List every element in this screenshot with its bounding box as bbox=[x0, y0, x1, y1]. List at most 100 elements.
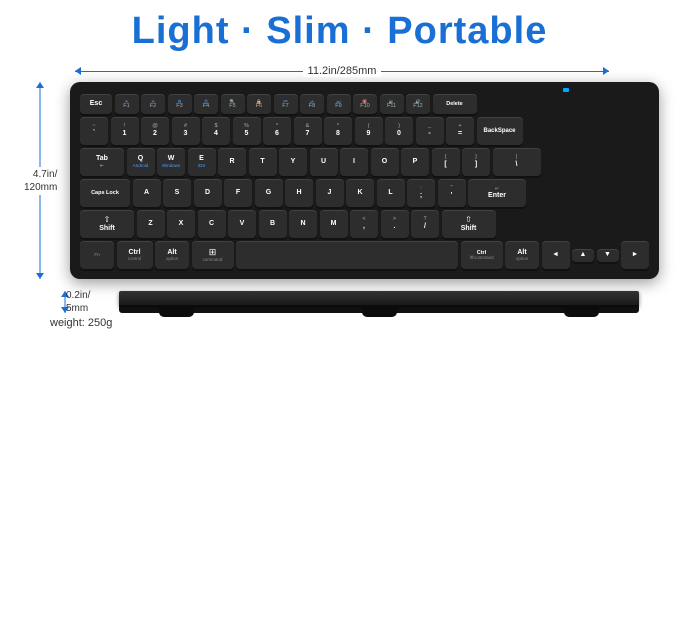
key-a[interactable]: A bbox=[133, 179, 161, 207]
key-space[interactable] bbox=[236, 241, 458, 269]
side-keyboard-view bbox=[119, 291, 639, 313]
main-container: 11.2in/285mm 4.7in/120mm Esc ☀F1 bbox=[0, 63, 679, 329]
caps-row: Caps Lock A S D F G H J K L :; "' ↵Enter bbox=[80, 179, 649, 207]
key-6[interactable]: ^6 bbox=[263, 117, 291, 145]
key-s[interactable]: S bbox=[163, 179, 191, 207]
height-dimension: 4.7in/120mm bbox=[20, 82, 70, 279]
key-f2[interactable]: ☀F2 bbox=[141, 94, 165, 114]
key-v[interactable]: V bbox=[228, 210, 256, 238]
key-q[interactable]: QAndroid bbox=[127, 148, 155, 176]
key-c[interactable]: C bbox=[198, 210, 226, 238]
key-up[interactable]: ▲ bbox=[572, 249, 594, 262]
key-w[interactable]: WWindows bbox=[157, 148, 185, 176]
key-rbracket[interactable]: }] bbox=[462, 148, 490, 176]
key-capslock[interactable]: Caps Lock bbox=[80, 179, 130, 207]
key-tab[interactable]: Tab ⇤ bbox=[80, 148, 124, 176]
foot-right bbox=[564, 307, 599, 317]
key-n[interactable]: N bbox=[289, 210, 317, 238]
bluetooth-indicator bbox=[563, 88, 569, 92]
key-f8[interactable]: ⏯F8 bbox=[300, 94, 324, 114]
key-f10[interactable]: 🔇F10 bbox=[353, 94, 377, 114]
key-r[interactable]: R bbox=[218, 148, 246, 176]
key-o[interactable]: O bbox=[371, 148, 399, 176]
key-f9[interactable]: ⏭F9 bbox=[327, 94, 351, 114]
key-shift-left[interactable]: ⇧Shift bbox=[80, 210, 134, 238]
key-comma[interactable]: <, bbox=[350, 210, 378, 238]
key-minus[interactable]: _- bbox=[416, 117, 444, 145]
key-f4[interactable]: ⎙F4 bbox=[194, 94, 218, 114]
key-equal[interactable]: += bbox=[446, 117, 474, 145]
key-5[interactable]: %5 bbox=[233, 117, 261, 145]
key-f7[interactable]: ⏮F7 bbox=[274, 94, 298, 114]
key-enter[interactable]: ↵Enter bbox=[468, 179, 526, 207]
key-m[interactable]: M bbox=[320, 210, 348, 238]
key-slash[interactable]: ?/ bbox=[411, 210, 439, 238]
key-d[interactable]: D bbox=[194, 179, 222, 207]
key-lbracket[interactable]: {[ bbox=[432, 148, 460, 176]
key-semicolon[interactable]: :; bbox=[407, 179, 435, 207]
key-down[interactable]: ▼ bbox=[597, 249, 619, 262]
key-y[interactable]: Y bbox=[279, 148, 307, 176]
up-arrowhead bbox=[36, 82, 44, 88]
key-f11[interactable]: 🔉F11 bbox=[380, 94, 404, 114]
fn-row: Esc ☀F1 ☀F2 ⚙F3 ⎙F4 🔍F5 🔒F6 ⏮F7 ⏯F8 ⏭F9 … bbox=[80, 94, 649, 114]
key-ctrl-right[interactable]: Ctrl⌘command bbox=[461, 241, 503, 269]
page-title: Light · Slim · Portable bbox=[132, 10, 548, 52]
key-l[interactable]: L bbox=[377, 179, 405, 207]
foot-center bbox=[362, 307, 397, 317]
key-i[interactable]: I bbox=[340, 148, 368, 176]
key-alt-left[interactable]: Altoption bbox=[155, 241, 189, 269]
key-x[interactable]: X bbox=[167, 210, 195, 238]
foot-left bbox=[159, 307, 194, 317]
key-8[interactable]: *8 bbox=[324, 117, 352, 145]
key-rows: Esc ☀F1 ☀F2 ⚙F3 ⎙F4 🔍F5 🔒F6 ⏮F7 ⏯F8 ⏭F9 … bbox=[80, 94, 649, 269]
key-f12[interactable]: 🔊F12 bbox=[406, 94, 430, 114]
tab-row: Tab ⇤ QAndroid WWindows EiOS R T Y U I O… bbox=[80, 148, 649, 176]
key-f3[interactable]: ⚙F3 bbox=[168, 94, 192, 114]
width-label: 11.2in/285mm bbox=[303, 65, 382, 77]
key-9[interactable]: (9 bbox=[355, 117, 383, 145]
key-fn[interactable]: Fn bbox=[80, 241, 114, 269]
key-4[interactable]: $4 bbox=[202, 117, 230, 145]
key-period[interactable]: >. bbox=[381, 210, 409, 238]
key-t[interactable]: T bbox=[249, 148, 277, 176]
key-right[interactable]: ► bbox=[621, 241, 649, 269]
side-section: 0.2in/5mm bbox=[40, 291, 639, 313]
key-u[interactable]: U bbox=[310, 148, 338, 176]
key-backspace[interactable]: BackSpace bbox=[477, 117, 523, 145]
key-quote[interactable]: "' bbox=[438, 179, 466, 207]
key-g[interactable]: G bbox=[255, 179, 283, 207]
key-2[interactable]: @2 bbox=[141, 117, 169, 145]
key-alt-right[interactable]: Altoption bbox=[505, 241, 539, 269]
key-e[interactable]: EiOS bbox=[188, 148, 216, 176]
key-backtick[interactable]: ~` bbox=[80, 117, 108, 145]
number-row: ~` !1 @2 #3 $4 %5 ^6 &7 *8 (9 )0 _- += B… bbox=[80, 117, 649, 145]
key-f6[interactable]: 🔒F6 bbox=[247, 94, 271, 114]
key-h[interactable]: H bbox=[285, 179, 313, 207]
key-shift-right[interactable]: ⇧Shift bbox=[442, 210, 496, 238]
side-view-bottom bbox=[119, 305, 639, 313]
key-left[interactable]: ◄ bbox=[542, 241, 570, 269]
bottom-row: Fn Ctrlcontrol Altoption ⊞command Ctrl⌘c… bbox=[80, 241, 649, 269]
shift-row: ⇧Shift Z X C V B N M <, >. ?/ ⇧Shift bbox=[80, 210, 649, 238]
key-p[interactable]: P bbox=[401, 148, 429, 176]
key-1[interactable]: !1 bbox=[111, 117, 139, 145]
key-z[interactable]: Z bbox=[137, 210, 165, 238]
left-arrowhead bbox=[75, 67, 81, 75]
key-delete[interactable]: Delete bbox=[433, 94, 477, 114]
key-7[interactable]: &7 bbox=[294, 117, 322, 145]
key-b[interactable]: B bbox=[259, 210, 287, 238]
key-backslash[interactable]: |\ bbox=[493, 148, 541, 176]
key-esc[interactable]: Esc bbox=[80, 94, 112, 114]
key-ctrl-left[interactable]: Ctrlcontrol bbox=[117, 241, 153, 269]
key-f5[interactable]: 🔍F5 bbox=[221, 94, 245, 114]
key-3[interactable]: #3 bbox=[172, 117, 200, 145]
keyboard-area: Esc ☀F1 ☀F2 ⚙F3 ⎙F4 🔍F5 🔒F6 ⏮F7 ⏯F8 ⏭F9 … bbox=[70, 82, 659, 279]
key-f[interactable]: F bbox=[224, 179, 252, 207]
key-f1[interactable]: ☀F1 bbox=[115, 94, 139, 114]
key-k[interactable]: K bbox=[346, 179, 374, 207]
key-win[interactable]: ⊞command bbox=[192, 241, 234, 269]
key-j[interactable]: J bbox=[316, 179, 344, 207]
down-arrowhead bbox=[36, 273, 44, 279]
key-0[interactable]: )0 bbox=[385, 117, 413, 145]
